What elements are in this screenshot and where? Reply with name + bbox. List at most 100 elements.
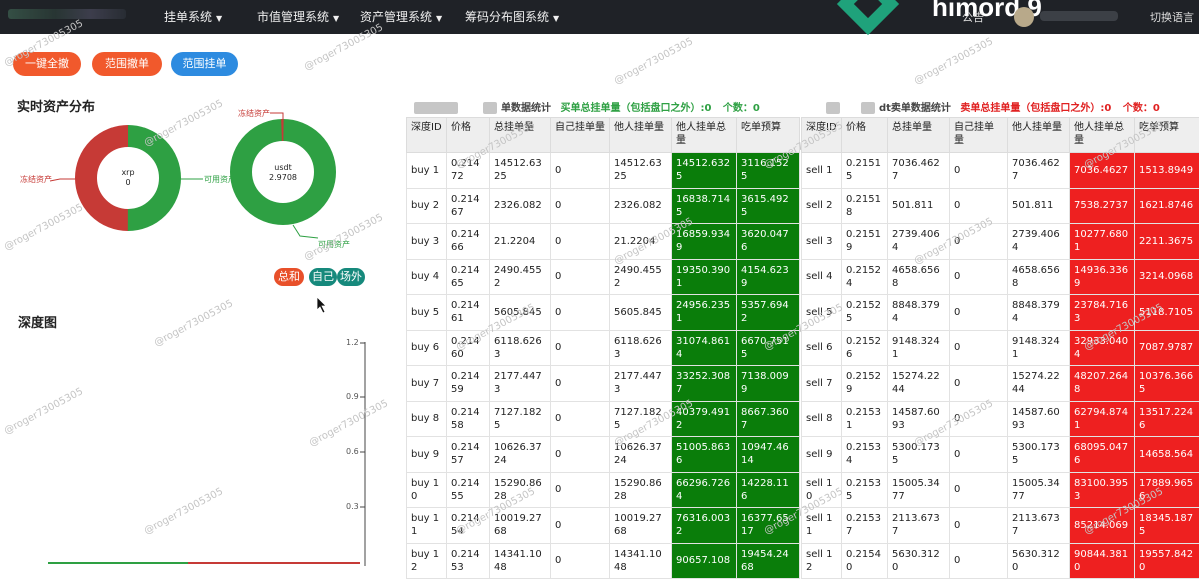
table-row[interactable]: sell 90.215345300.173505300.173568095.04… [802,437,1199,473]
col-header-depth-id[interactable]: 深度ID [802,118,842,153]
menu-market-cap-system[interactable]: 市值管理系统▼ [257,8,339,25]
cell-self: 0 [551,295,610,331]
cell-depth-id: buy 2 [407,188,447,224]
cell-self: 0 [551,472,610,508]
language-switch[interactable]: 切换语言 [1150,9,1194,25]
table-row[interactable]: sell 10.215157036.462707036.46277036.462… [802,153,1199,189]
buy-stats-bar: 单数据统计 买单总挂单量（包括盘口之外）:0 个数：0 [414,99,760,114]
usdt-donut[interactable]: usdt 2.9708 冻结资产 可用资产 [238,108,350,249]
cell-total: 2490.4552 [490,259,551,295]
col-header-total[interactable]: 总挂单量 [888,118,950,153]
blurred-text [861,102,875,114]
site-brand-blurred[interactable] [8,9,126,19]
table-row[interactable]: buy 120.2145314341.1048014341.104890657.… [407,543,800,579]
menu-asset-system[interactable]: 资产管理系统▼ [360,8,442,25]
table-row[interactable]: sell 50.215258848.379408848.379423784.71… [802,295,1199,331]
username-blurred[interactable] [1040,11,1118,21]
cell-take-budget: 10376.3665 [1135,366,1199,402]
cell-self: 0 [950,437,1008,473]
col-header-take-budget[interactable]: 吃单预算 [737,118,800,153]
col-header-others[interactable]: 他人挂单量 [610,118,672,153]
col-header-self[interactable]: 自己挂单量 [950,118,1008,153]
asset-donut-charts: xrp 0 冻结资产 可用资产 usdt 2.9708 冻结资产 可用资产 [0,100,400,280]
cell-self: 0 [551,330,610,366]
cell-price: 0.21537 [842,508,888,544]
depth-tick-label: 0.6 [346,447,359,456]
table-row[interactable]: sell 70.2152915274.2244015274.224448207.… [802,366,1199,402]
legend-total[interactable]: 总和 [274,268,304,286]
cell-depth-id: buy 11 [407,508,447,544]
cell-depth-id: buy 6 [407,330,447,366]
legend-otc[interactable]: 场外 [337,268,365,286]
cell-others-cumulative: 83100.3953 [1070,472,1135,508]
table-row[interactable]: sell 20.21518501.8110501.8117538.2737162… [802,188,1199,224]
legend-self[interactable]: 自己 [309,268,337,286]
range-order-button[interactable]: 范围挂单 [171,52,238,76]
col-header-take-budget[interactable]: 吃单预算 [1135,118,1199,153]
table-row[interactable]: sell 120.215405630.312005630.312090844.3… [802,543,1199,579]
menu-label: 市值管理系统 [257,10,329,24]
usdt-available-leader [293,225,318,238]
cell-depth-id: buy 7 [407,366,447,402]
xrp-donut[interactable]: xrp 0 冻结资产 可用资产 [20,136,236,220]
table-row[interactable]: buy 20.214672326.08202326.08216838.71453… [407,188,800,224]
range-cancel-button[interactable]: 范围撤单 [92,52,162,76]
cell-take-budget: 10947.4614 [737,437,800,473]
col-header-total[interactable]: 总挂单量 [490,118,551,153]
table-row[interactable]: buy 60.214606118.626306118.626331074.861… [407,330,800,366]
blurred-text [414,102,458,114]
cell-total: 9148.3241 [888,330,950,366]
cell-price: 0.21459 [447,366,490,402]
usdt-value-label: 2.9708 [269,173,297,182]
col-header-self[interactable]: 自己挂单量 [551,118,610,153]
col-header-others-cumulative[interactable]: 他人挂单总量 [1070,118,1135,153]
col-header-price[interactable]: 价格 [447,118,490,153]
table-row[interactable]: sell 80.2153114587.6093014587.609362794.… [802,401,1199,437]
cell-self: 0 [950,472,1008,508]
buy-order-table: 深度ID 价格 总挂单量 自己挂单量 他人挂单量 他人挂单总量 吃单预算 buy… [406,117,800,579]
cell-others: 2739.4064 [1008,224,1070,260]
buy-stats-count: 个数：0 [723,103,760,114]
cell-depth-id: sell 1 [802,153,842,189]
cell-depth-id: buy 4 [407,259,447,295]
cell-self: 0 [551,259,610,295]
cell-price: 0.21535 [842,472,888,508]
col-header-price[interactable]: 价格 [842,118,888,153]
cell-total: 10019.2768 [490,508,551,544]
sell-stats-total: 卖单总挂单量（包括盘口之外）:0 [960,103,1111,114]
table-row[interactable]: buy 50.214615605.84505605.84524956.23515… [407,295,800,331]
avatar[interactable] [1014,7,1034,27]
cell-others-cumulative: 23784.7163 [1070,295,1135,331]
table-row[interactable]: sell 110.215372113.673702113.673785214.0… [802,508,1199,544]
table-row[interactable]: buy 40.214652490.455202490.455219350.390… [407,259,800,295]
depth-tick-label: 0.9 [346,392,359,401]
table-row[interactable]: sell 30.215192739.406402739.406410277.68… [802,224,1199,260]
table-row[interactable]: buy 10.2147214512.6325014512.632514512.6… [407,153,800,189]
col-header-depth-id[interactable]: 深度ID [407,118,447,153]
menu-order-system[interactable]: 挂单系统▼ [164,8,222,25]
table-row[interactable]: buy 70.214592177.447302177.447333252.308… [407,366,800,402]
cell-others: 14341.1048 [610,543,672,579]
cell-total: 15274.2244 [888,366,950,402]
depth-chart-title: 深度图 [18,312,57,331]
table-row[interactable]: buy 110.2145410019.2768010019.276876316.… [407,508,800,544]
table-row[interactable]: sell 40.215244658.656804658.656814936.33… [802,259,1199,295]
table-row[interactable]: buy 80.214587127.182507127.182540379.491… [407,401,800,437]
col-header-others-cumulative[interactable]: 他人挂单总量 [672,118,737,153]
cell-others-cumulative: 90844.3810 [1070,543,1135,579]
col-header-others[interactable]: 他人挂单量 [1008,118,1070,153]
cell-depth-id: sell 5 [802,295,842,331]
usdt-available-slice[interactable] [241,130,325,214]
notice-link[interactable]: 公告 [962,9,984,25]
cancel-all-button[interactable]: 一键全撤 [13,52,81,76]
menu-label: 资产管理系统 [360,10,432,24]
table-row[interactable]: sell 100.2153515005.3477015005.347783100… [802,472,1199,508]
cell-take-budget: 3116.1525 [737,153,800,189]
table-row[interactable]: sell 60.215269148.324109148.324132933.04… [802,330,1199,366]
table-row[interactable]: buy 30.2146621.2204021.220416859.9349362… [407,224,800,260]
table-row[interactable]: buy 100.2145515290.8628015290.862866296.… [407,472,800,508]
cell-depth-id: sell 12 [802,543,842,579]
table-row[interactable]: buy 90.2145710626.3724010626.372451005.8… [407,437,800,473]
menu-chip-distribution-system[interactable]: 筹码分布图系统▼ [465,8,559,25]
cell-self: 0 [551,508,610,544]
